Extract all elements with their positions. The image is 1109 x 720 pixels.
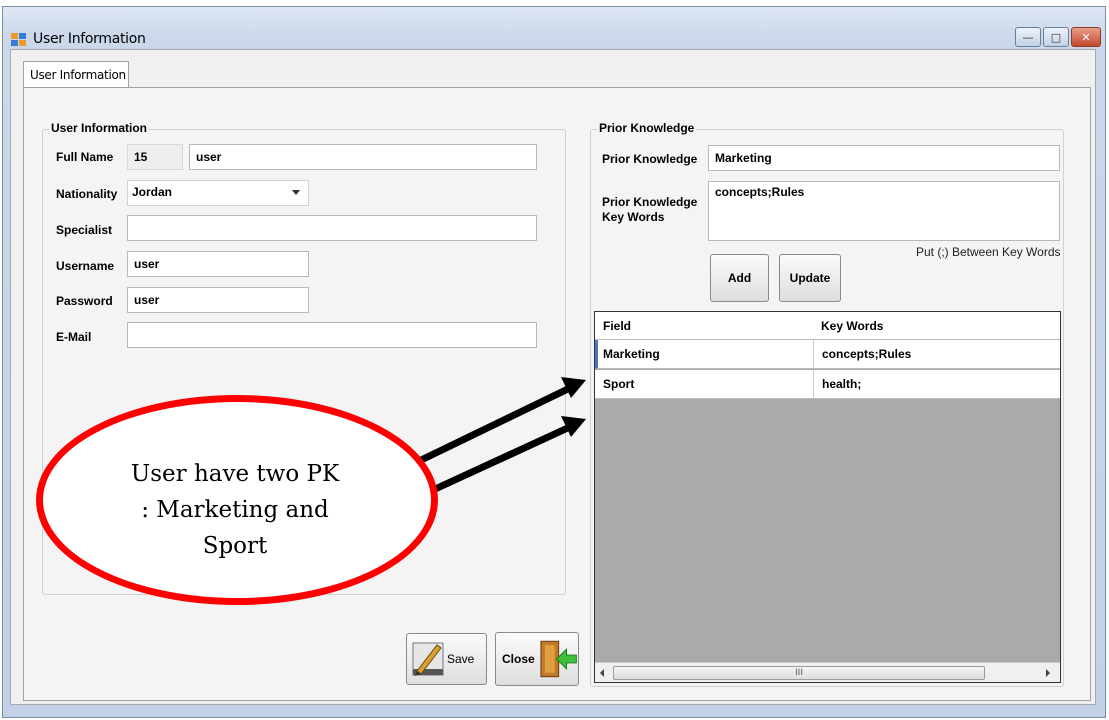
callout-line-2: : Marketing and	[141, 497, 329, 523]
callout-line-1: User have two PK	[130, 461, 340, 487]
callout-text: User have two PK : Marketing and Sport	[70, 456, 400, 564]
arrow-to-sport	[431, 422, 574, 494]
callout-line-3: Sport	[202, 533, 268, 559]
callout-arrows	[413, 377, 586, 494]
arrow-to-marketing	[413, 383, 574, 467]
